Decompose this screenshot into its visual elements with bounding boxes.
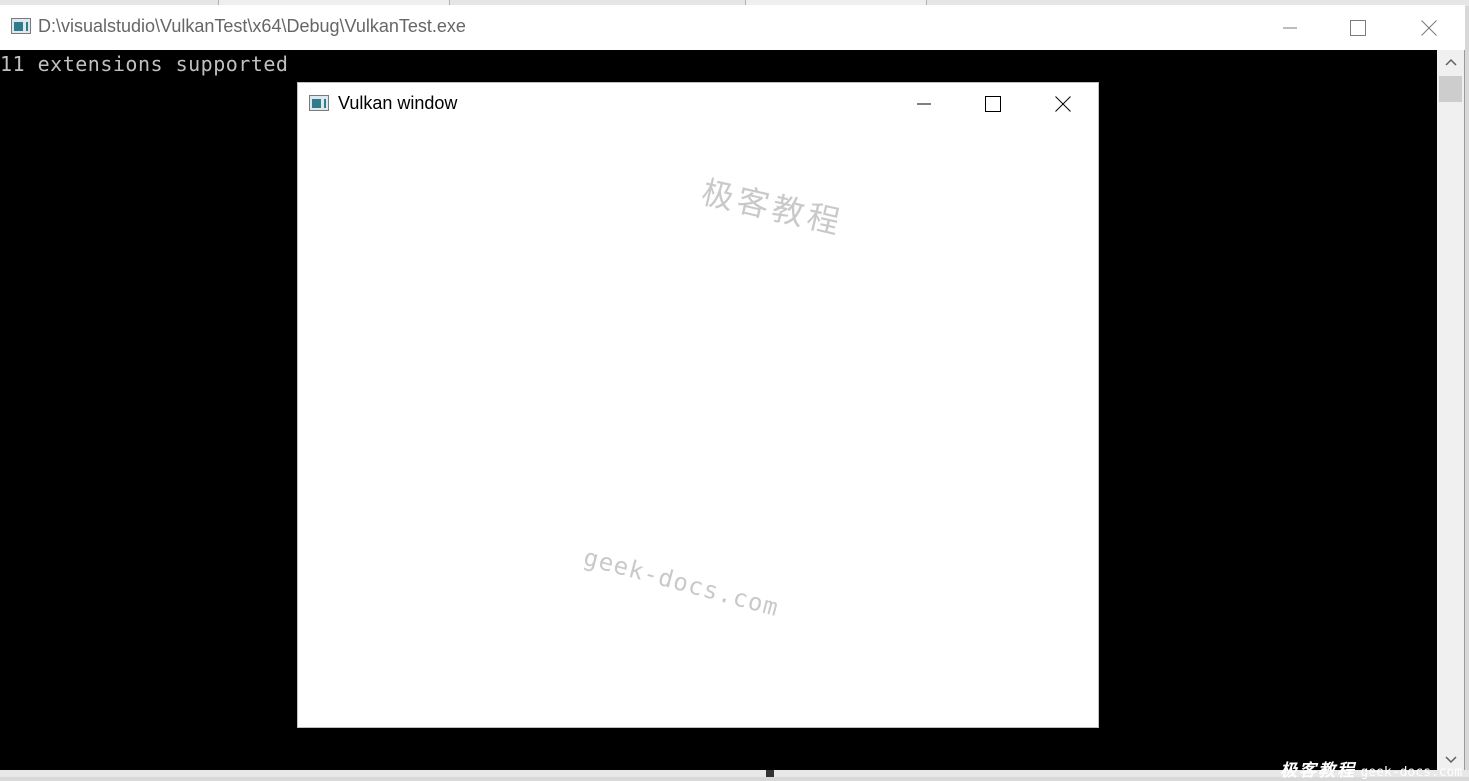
close-icon [1421, 19, 1437, 36]
vulkan-maximize-button[interactable] [958, 83, 1028, 125]
corner-watermark-chinese: 极客教程 [1280, 761, 1356, 781]
console-close-button[interactable] [1394, 5, 1464, 50]
taskbar-marker [766, 770, 774, 777]
vulkan-render-surface[interactable] [298, 125, 1098, 727]
corner-watermark: 极客教程 geek-docs.com [1280, 756, 1462, 781]
vulkan-close-button[interactable] [1028, 83, 1098, 125]
maximize-icon [985, 96, 1001, 112]
taskbar-strip [0, 770, 1469, 777]
console-maximize-button[interactable] [1323, 5, 1393, 50]
chevron-up-icon [1444, 58, 1457, 66]
minimize-icon [917, 103, 931, 105]
console-minimize-button[interactable] [1255, 5, 1325, 50]
scroll-up-button[interactable] [1437, 50, 1464, 74]
console-titlebar[interactable]: D:\visualstudio\VulkanTest\x64\Debug\Vul… [0, 5, 1465, 50]
close-icon [1055, 96, 1071, 112]
vulkan-titlebar[interactable]: Vulkan window [298, 83, 1098, 125]
maximize-icon [1350, 19, 1366, 36]
vulkan-window-title: Vulkan window [338, 93, 458, 113]
console-window-title: D:\visualstudio\VulkanTest\x64\Debug\Vul… [38, 16, 466, 36]
minimize-icon [1283, 27, 1297, 28]
vulkan-app-icon [309, 95, 329, 111]
console-output-text: 11 extensions supported [0, 52, 289, 76]
vulkan-minimize-button[interactable] [889, 83, 959, 125]
scroll-thumb[interactable] [1439, 76, 1462, 102]
corner-watermark-domain: geek-docs.com [1360, 765, 1463, 780]
vulkan-window: Vulkan window [298, 83, 1098, 727]
console-scrollbar[interactable] [1437, 50, 1464, 772]
console-app-icon [11, 18, 31, 34]
